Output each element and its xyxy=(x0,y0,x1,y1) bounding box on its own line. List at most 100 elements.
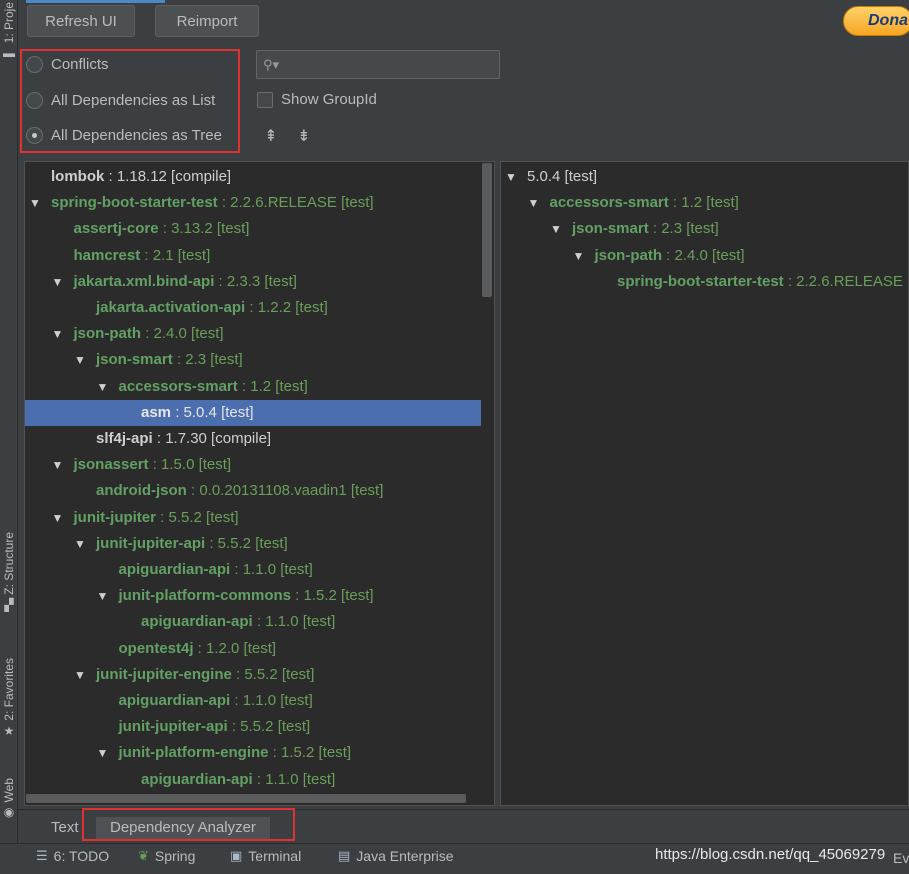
expand-arrow-icon[interactable]: ▼ xyxy=(550,216,562,242)
java-enterprise-icon: ▤ xyxy=(338,848,351,863)
radio-all-dependencies-tree[interactable]: All Dependencies as Tree xyxy=(26,127,222,144)
radio-button[interactable] xyxy=(26,56,43,73)
tree-row[interactable]: ▼ junit-jupiter : 5.5.2 [test] xyxy=(25,505,481,531)
tree-node-label: assertj-core : 3.13.2 [test] xyxy=(74,216,250,242)
radio-label: Conflicts xyxy=(51,56,109,73)
tree-row[interactable]: ▼ junit-platform-commons : 1.5.2 [test] xyxy=(25,583,481,609)
tree-row[interactable]: lombok : 1.18.12 [compile] xyxy=(25,164,481,190)
radio-button-checked[interactable] xyxy=(26,127,43,144)
todo-label: 6: TODO xyxy=(53,848,110,864)
radio-all-dependencies-list[interactable]: All Dependencies as List xyxy=(26,92,215,109)
search-field[interactable]: ⚲▾ xyxy=(256,50,500,79)
tree-node-label: apiguardian-api : 1.1.0 [test] xyxy=(141,767,335,793)
tree-row[interactable]: apiguardian-api : 1.1.0 [test] xyxy=(25,767,481,793)
tree-row[interactable]: ▼ json-path : 2.4.0 [test] xyxy=(25,321,481,347)
event-log-button[interactable]: Ev xyxy=(893,850,909,866)
tree-row[interactable]: ▼ 5.0.4 [test] xyxy=(501,164,908,190)
tree-row[interactable]: hamcrest : 2.1 [test] xyxy=(25,243,481,269)
artifact-name: android-json xyxy=(96,482,187,500)
artifact-name: junit-platform-commons xyxy=(118,587,292,605)
expand-arrow-icon[interactable]: ▼ xyxy=(74,531,86,557)
expand-arrow-icon[interactable]: ▼ xyxy=(29,190,41,216)
show-groupid-option[interactable]: Show GroupId xyxy=(257,91,377,108)
favorites-tab[interactable]: 2: Favorites ★ xyxy=(0,658,18,738)
artifact-name: apiguardian-api xyxy=(118,692,231,709)
artifact-version: : 2.3.3 [test] xyxy=(214,272,297,290)
tree-row[interactable]: ▼ accessors-smart : 1.2 [test] xyxy=(501,190,908,216)
search-input[interactable] xyxy=(283,57,474,72)
project-tab[interactable]: 1: Proje ▬ xyxy=(0,2,18,60)
tree-row[interactable]: ▼ junit-jupiter-api : 5.5.2 [test] xyxy=(25,531,481,557)
tree-row[interactable]: ▼ junit-jupiter-engine : 5.5.2 [test] xyxy=(25,662,481,688)
tree-row[interactable]: apiguardian-api : 1.1.0 [test] xyxy=(25,688,481,714)
artifact-name: junit-platform-engine xyxy=(118,744,269,762)
tree-row[interactable]: apiguardian-api : 1.1.0 [test] xyxy=(25,557,481,583)
tree-row[interactable]: ▼ accessors-smart : 1.2 [test] xyxy=(25,374,481,400)
tree-row[interactable]: junit-jupiter-api : 5.5.2 [test] xyxy=(25,714,481,740)
tree-node-label: json-smart : 2.3 [test] xyxy=(572,216,719,242)
terminal-tool-button[interactable]: ▣ Terminal xyxy=(230,848,301,864)
tree-node-label: json-path : 2.4.0 [test] xyxy=(74,321,224,347)
expand-arrow-icon[interactable]: ▼ xyxy=(528,190,540,216)
tree-row[interactable]: ▼ spring-boot-starter-test : 2.2.6.RELEAS… xyxy=(25,190,481,216)
artifact-name: hamcrest xyxy=(73,246,141,264)
tab-text[interactable]: Text xyxy=(51,817,79,839)
artifact-name: accessors-smart xyxy=(118,377,238,395)
radio-button[interactable] xyxy=(26,92,43,109)
expand-arrow-icon[interactable]: ▼ xyxy=(97,740,109,766)
tree-row[interactable]: ▼ json-path : 2.4.0 [test] xyxy=(501,243,908,269)
vertical-scrollbar[interactable] xyxy=(482,163,492,297)
tree-node-label: apiguardian-api : 1.1.0 [test] xyxy=(119,688,313,714)
dependency-tree-panel[interactable]: lombok : 1.18.12 [compile] ▼ spring-boot-s… xyxy=(24,161,495,806)
expand-arrow-icon[interactable]: ▼ xyxy=(573,243,585,269)
expand-arrow-icon[interactable]: ▼ xyxy=(52,505,64,531)
artifact-name: json-smart xyxy=(96,351,173,369)
artifact-version: : 1.5.2 [test] xyxy=(291,587,374,605)
tree-row[interactable]: apiguardian-api : 1.1.0 [test] xyxy=(25,609,481,635)
radio-label: All Dependencies as List xyxy=(51,92,216,109)
artifact-name: asm xyxy=(141,403,172,421)
expand-arrow-icon[interactable]: ▼ xyxy=(74,662,86,688)
tree-row[interactable]: opentest4j : 1.2.0 [test] xyxy=(25,636,481,662)
horizontal-scrollbar[interactable] xyxy=(26,794,466,803)
expand-all-icon[interactable]: ⇞ xyxy=(261,126,281,146)
artifact-name: accessors-smart xyxy=(549,194,669,212)
tree-row[interactable]: jakarta.activation-api : 1.2.2 [test] xyxy=(25,295,481,321)
artifact-version: : 1.2.2 [test] xyxy=(245,299,328,316)
tree-row[interactable]: ▼ junit-platform-engine : 1.5.2 [test] xyxy=(25,740,481,766)
donate-button[interactable]: Dona xyxy=(843,6,909,36)
tree-row[interactable]: spring-boot-starter-test : 2.2.6.RELEASE xyxy=(501,269,908,295)
expand-arrow-icon[interactable]: ▼ xyxy=(52,269,64,295)
tree-row[interactable]: ▼ json-smart : 2.3 [test] xyxy=(25,347,481,373)
todo-tool-button[interactable]: ☰ 6: TODO xyxy=(36,848,109,864)
web-tab[interactable]: Web ◉ xyxy=(0,778,18,819)
expand-arrow-icon[interactable]: ▼ xyxy=(97,583,109,609)
tree-row[interactable]: ▼ json-smart : 2.3 [test] xyxy=(501,216,908,242)
structure-tab[interactable]: Z: Structure ▞ xyxy=(0,532,18,612)
tree-row[interactable]: ▼ jakarta.xml.bind-api : 2.3.3 [test] xyxy=(25,269,481,295)
expand-arrow-icon[interactable]: ▼ xyxy=(97,374,109,400)
tree-row[interactable]: slf4j-api : 1.7.30 [compile] xyxy=(25,426,481,452)
spring-tool-button[interactable]: ❦ Spring xyxy=(138,848,195,864)
tree-row[interactable]: asm : 5.0.4 [test] xyxy=(25,399,481,426)
radio-conflicts[interactable]: Conflicts xyxy=(26,56,109,73)
refresh-ui-button[interactable]: Refresh UI xyxy=(27,5,135,37)
expand-arrow-icon[interactable]: ▼ xyxy=(52,321,64,347)
tree-node-label: junit-platform-engine : 1.5.2 [test] xyxy=(119,740,352,766)
tree-node-label: junit-platform-commons : 1.5.2 [test] xyxy=(119,583,374,609)
expand-arrow-icon[interactable]: ▼ xyxy=(74,347,86,373)
artifact-name: lombok xyxy=(51,168,105,185)
expand-arrow-icon[interactable]: ▼ xyxy=(505,164,517,190)
java-enterprise-tool-button[interactable]: ▤ Java Enterprise xyxy=(338,848,454,864)
show-groupid-checkbox[interactable] xyxy=(257,91,273,108)
artifact-name: opentest4j xyxy=(118,639,194,657)
dependency-usage-panel[interactable]: ▼ 5.0.4 [test] ▼ accessors-smart : 1.2 [tes… xyxy=(500,161,909,806)
tree-row[interactable]: assertj-core : 3.13.2 [test] xyxy=(25,216,481,242)
tree-row[interactable]: ▼ jsonassert : 1.5.0 [test] xyxy=(25,452,481,478)
star-icon: ★ xyxy=(3,723,15,738)
reimport-button[interactable]: Reimport xyxy=(155,5,259,37)
tree-row[interactable]: android-json : 0.0.20131108.vaadin1 [tes… xyxy=(25,478,481,504)
expand-arrow-icon[interactable]: ▼ xyxy=(52,452,64,478)
collapse-all-icon[interactable]: ⇟ xyxy=(294,126,314,146)
artifact-name: junit-jupiter-api xyxy=(96,534,206,552)
